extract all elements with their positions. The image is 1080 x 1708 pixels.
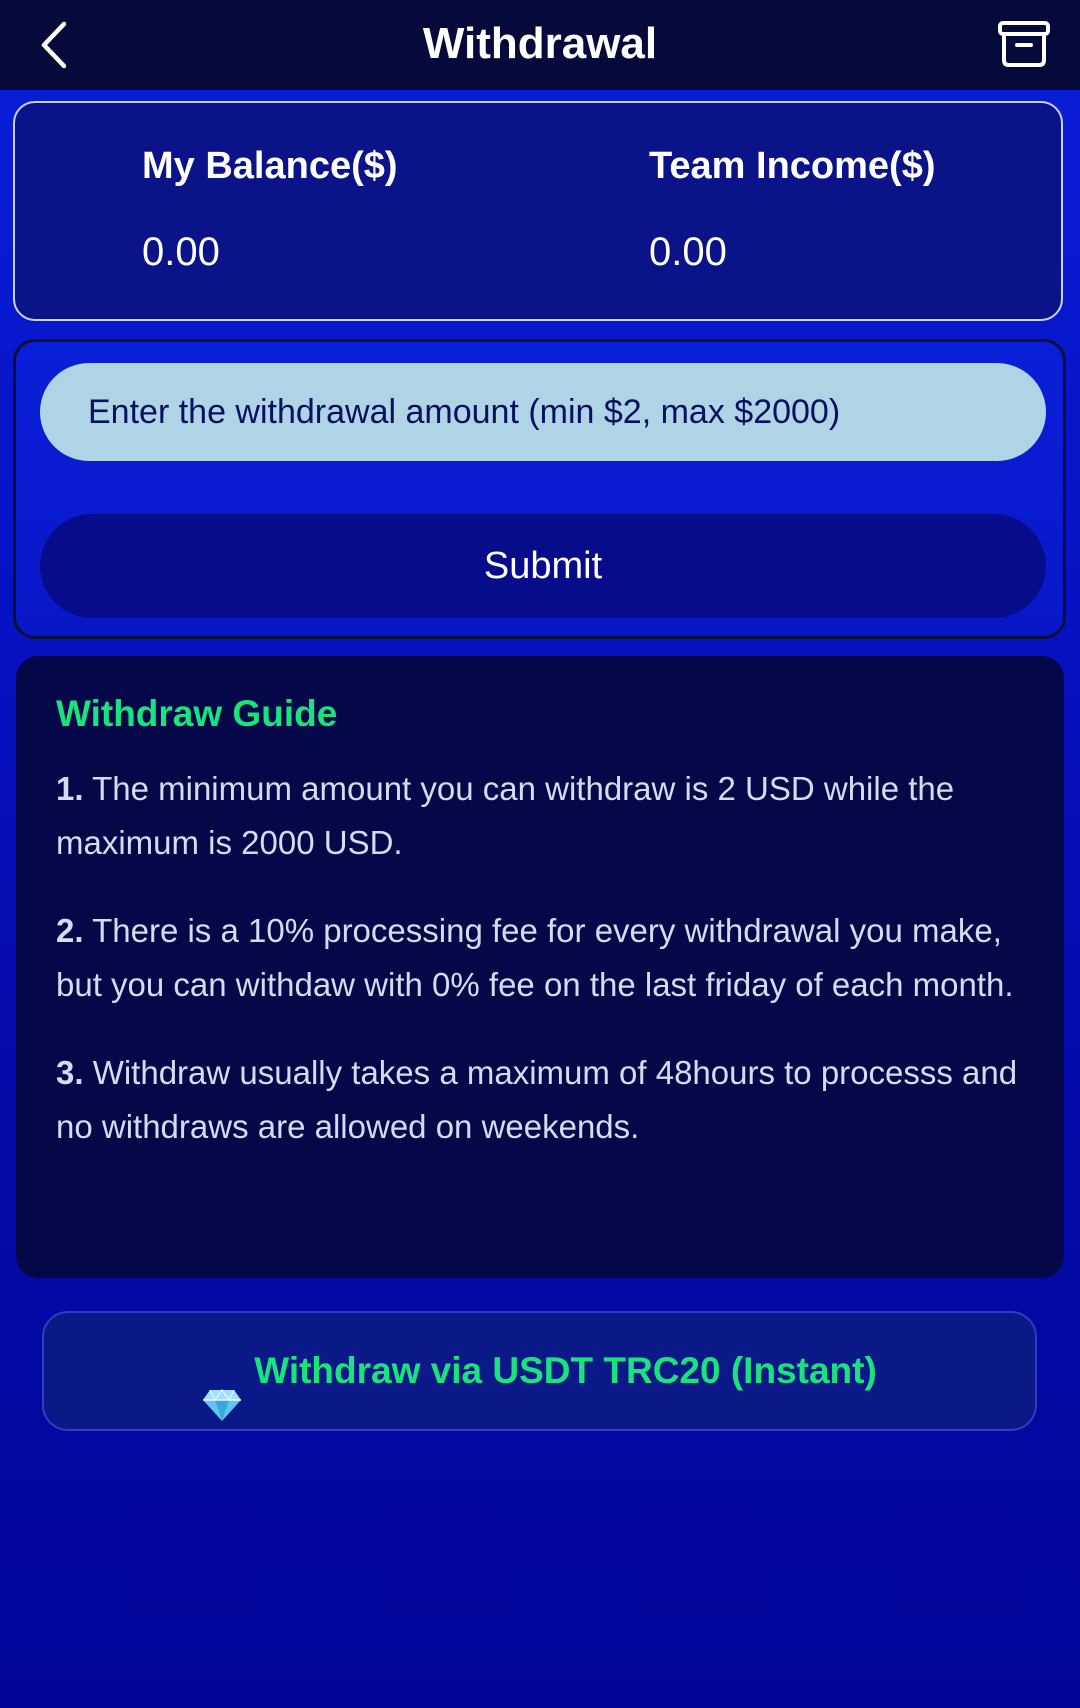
team-income-value: 0.00 [649,230,727,274]
my-balance-value: 0.00 [142,230,220,274]
my-balance-label: My Balance($) [142,145,398,187]
guide-item-number: 3. [56,1054,84,1091]
guide-item-text: There is a 10% processing fee for every … [56,912,1014,1003]
submit-button[interactable]: Submit [40,514,1046,618]
archive-box-icon [998,21,1050,67]
usdt-withdraw-label: Withdraw via USDT TRC20 (Instant) [254,1350,877,1391]
balance-card: My Balance($) 0.00 Team Income($) 0.00 [13,101,1063,321]
page-title: Withdrawal [422,19,658,68]
guide-item-number: 1. [56,770,84,807]
history-button[interactable] [996,18,1052,70]
withdrawal-amount-input[interactable] [40,363,1046,461]
withdraw-guide-card: Withdraw Guide 1. The minimum amount you… [16,656,1064,1278]
withdrawal-form: Submit [13,339,1066,639]
app-header: Withdrawal [0,0,1080,90]
guide-item-text: Withdraw usually takes a maximum of 48ho… [56,1054,1018,1145]
guide-item-text: The minimum amount you can withdraw is 2… [56,770,955,861]
guide-item-number: 2. [56,912,84,949]
team-income-label: Team Income($) [649,145,936,187]
guide-title: Withdraw Guide [56,693,338,734]
guide-item: 2. There is a 10% processing fee for eve… [56,904,1024,1012]
diamond-gem-icon [202,1352,242,1422]
guide-item: 3. Withdraw usually takes a maximum of 4… [56,1046,1024,1154]
usdt-withdraw-button[interactable]: Withdraw via USDT TRC20 (Instant) [42,1311,1037,1431]
team-income-section: Team Income($) 0.00 [649,143,935,275]
my-balance-section: My Balance($) 0.00 [142,143,398,275]
guide-item: 1. The minimum amount you can withdraw i… [56,762,1024,870]
